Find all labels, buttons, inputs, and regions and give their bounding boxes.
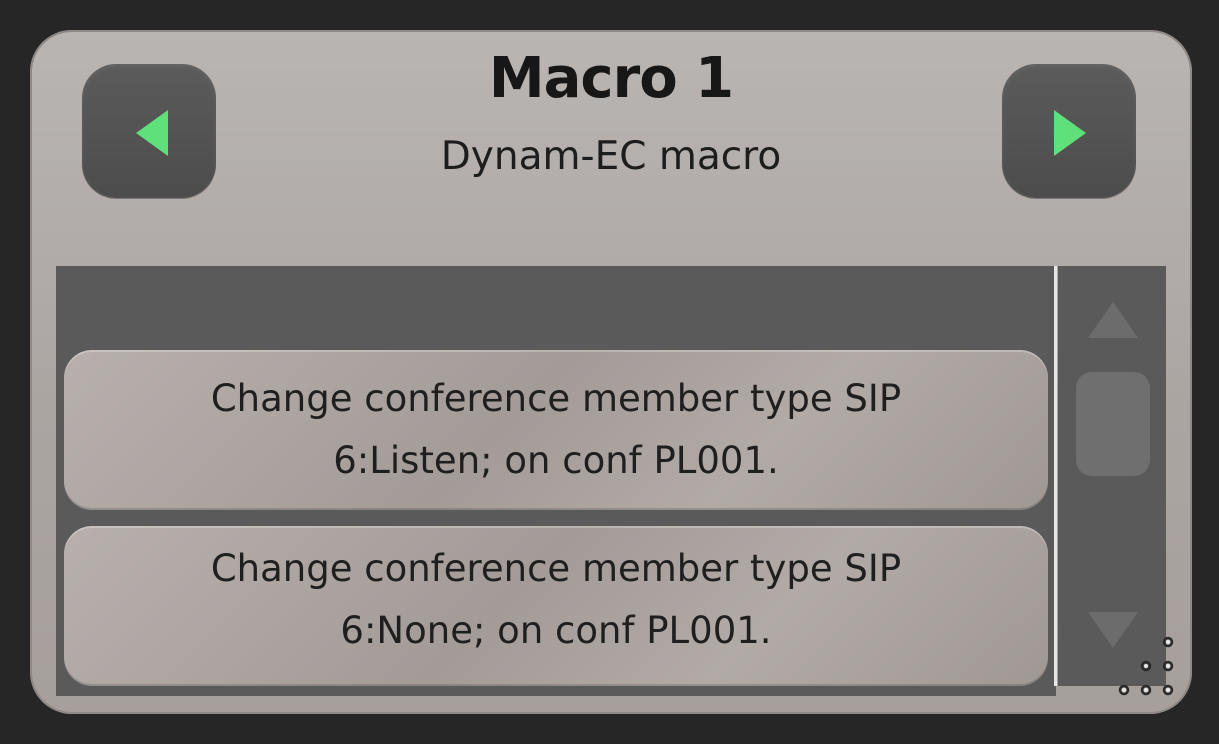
next-macro-button[interactable]	[1002, 64, 1136, 198]
scrollbar-divider	[1054, 266, 1057, 686]
scroll-up-arrow-icon[interactable]	[1086, 300, 1140, 340]
list-item-line1: Change conference member type SIP	[210, 547, 902, 590]
resize-grip-icon[interactable]	[1102, 626, 1182, 706]
scrollbar-thumb[interactable]	[1076, 372, 1150, 476]
triangle-left-icon	[136, 110, 168, 156]
vertical-scrollbar[interactable]	[1058, 266, 1166, 686]
list-item-line2: 6:Listen; on conf PL001.	[333, 439, 779, 482]
page-title: Macro 1	[488, 46, 734, 111]
page-subtitle: Dynam-EC macro	[440, 134, 782, 179]
list-item[interactable]: Change conference member type SIP 6:None…	[64, 526, 1048, 686]
list-item[interactable]: Change conference member type SIP 6:List…	[64, 350, 1048, 510]
list-item-line1: Change conference member type SIP	[210, 377, 902, 420]
list-item-line2: 6:None; on conf PL001.	[340, 609, 772, 652]
triangle-right-icon	[1054, 110, 1086, 156]
macro-step-list[interactable]: Change conference member type SIP 6:List…	[56, 266, 1056, 696]
macro-panel: Macro 1 Dynam-EC macro Change conference…	[30, 30, 1192, 714]
previous-macro-button[interactable]	[82, 64, 216, 198]
